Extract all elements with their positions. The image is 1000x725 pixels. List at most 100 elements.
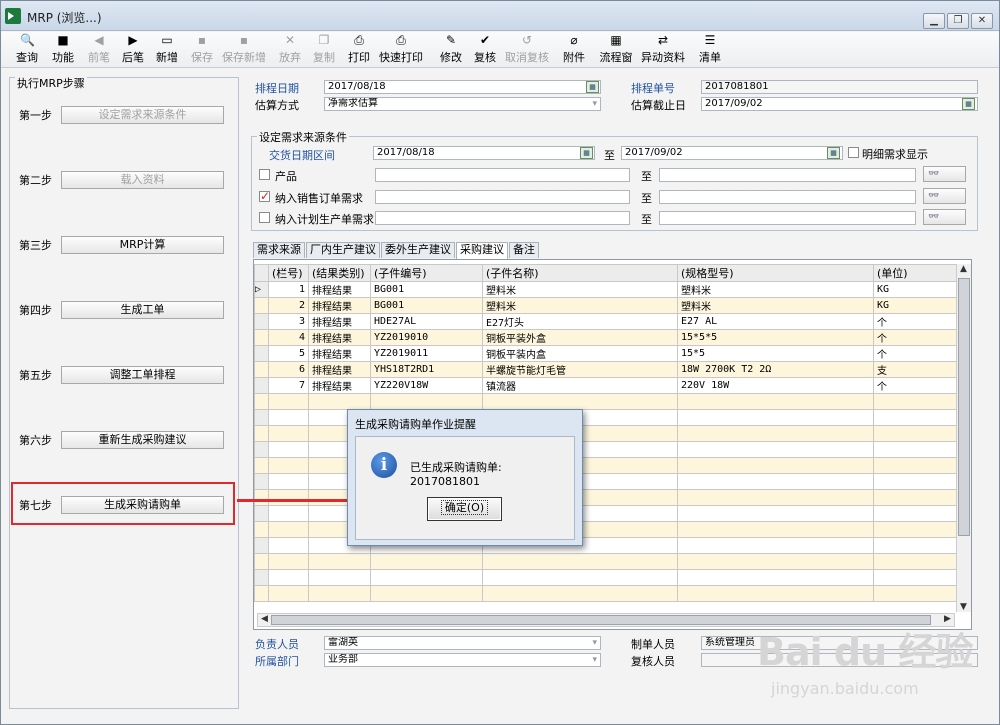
cell-name[interactable]: 半螺旋节能灯毛管 [482,361,678,378]
table-row[interactable]: 7 排程结果 YZ220V18W 镇流器 220V 18W 个 [254,377,957,394]
row-selector[interactable] [254,329,269,346]
cell-type[interactable]: 排程结果 [308,361,371,378]
table-row[interactable]: 2 排程结果 BG001 塑料米 塑料米 KG [254,297,957,314]
row-selector[interactable] [254,361,269,378]
ok-button[interactable]: 确定(O) [427,497,502,521]
toolbar-button-9[interactable]: ⎙ 打印 [339,34,379,66]
method-select[interactable]: 净需求估算 [324,97,601,111]
cell-unit[interactable]: KG [873,281,957,298]
row-selector[interactable] [254,377,269,394]
cell-spec[interactable]: 15*5*5 [677,329,874,346]
cell-spec[interactable]: E27 AL [677,313,874,330]
toolbar-button-13[interactable]: ↺ 取消复核 [501,34,553,66]
toolbar-button-12[interactable]: ✔ 复核 [465,34,505,66]
cell-name[interactable]: 铜板平装内盒 [482,345,678,362]
cell-name[interactable]: 塑料米 [482,281,678,298]
calendar-icon[interactable]: ▦ [827,147,840,159]
vertical-scrollbar[interactable]: ▲ ▼ [956,264,971,612]
cell-spec[interactable]: 塑料米 [677,281,874,298]
cell-code[interactable]: BG001 [370,297,483,314]
source-from-field[interactable] [375,168,630,182]
cell-spec[interactable]: 18W 2700K T2 2Ω [677,361,874,378]
cell-code[interactable]: HDE27AL [370,313,483,330]
cell-type[interactable]: 排程结果 [308,329,371,346]
row-selector[interactable]: ▷ [254,281,269,298]
cell-code[interactable]: YHS18T2RD1 [370,361,483,378]
cell-spec[interactable]: 15*5 [677,345,874,362]
toolbar-button-16[interactable]: ⇄ 异动资料 [637,34,689,66]
toolbar-button-17[interactable]: ☰ 清单 [690,34,730,66]
cell-no[interactable]: 4 [268,329,309,346]
toolbar-button-8[interactable]: ❐ 复制 [304,34,344,66]
minimize-button[interactable]: ▁ [923,13,945,29]
dept-select[interactable]: 业务部 [324,653,601,667]
source-to-field[interactable] [659,211,916,225]
cell-no[interactable]: 1 [268,281,309,298]
scroll-down-icon[interactable]: ▼ [957,602,970,612]
tab-3[interactable]: 采购建议 [456,242,508,259]
column-header[interactable]: (结果类别) [308,264,371,282]
date-from-field[interactable]: 2017/08/18 [373,146,595,160]
schedule-date-field[interactable]: 2017/08/18 [324,80,601,94]
cell-spec[interactable]: 220V 18W [677,377,874,394]
close-button[interactable]: ✕ [971,13,993,29]
toolbar-button-5[interactable]: ▪ 保存 [182,34,222,66]
cell-unit[interactable]: 个 [873,377,957,394]
cell-code[interactable]: BG001 [370,281,483,298]
column-header[interactable]: (栏号) [268,264,309,282]
cell-no[interactable]: 3 [268,313,309,330]
cell-unit[interactable]: 个 [873,329,957,346]
toolbar-button-10[interactable]: ⎙ 快速打印 [375,34,427,66]
row-selector[interactable] [254,313,269,330]
cell-no[interactable]: 7 [268,377,309,394]
table-row[interactable]: 3 排程结果 HDE27AL E27灯头 E27 AL 个 [254,313,957,330]
cell-spec[interactable]: 塑料米 [677,297,874,314]
cell-type[interactable]: 排程结果 [308,297,371,314]
cell-unit[interactable]: 支 [873,361,957,378]
cell-name[interactable]: E27灯头 [482,313,678,330]
cell-unit[interactable]: 个 [873,313,957,330]
cell-name[interactable]: 镇流器 [482,377,678,394]
cell-type[interactable]: 排程结果 [308,377,371,394]
binoculars-icon[interactable]: 👓 [923,209,966,225]
source-to-field[interactable] [659,168,916,182]
toolbar-button-4[interactable]: ▭ 新增 [147,34,187,66]
detail-checkbox[interactable] [848,147,859,158]
step-button-3[interactable]: MRP计算 [61,236,224,254]
cell-code[interactable]: YZ2019010 [370,329,483,346]
cell-name[interactable]: 塑料米 [482,297,678,314]
row-selector[interactable] [254,345,269,362]
step-button-4[interactable]: 生成工单 [61,301,224,319]
cell-unit[interactable]: 个 [873,345,957,362]
scroll-up-icon[interactable]: ▲ [957,264,970,274]
source-checkbox[interactable] [259,212,270,223]
cell-no[interactable]: 5 [268,345,309,362]
table-row[interactable]: ▷ 1 排程结果 BG001 塑料米 塑料米 KG [254,281,957,298]
source-checkbox[interactable] [259,189,270,203]
cell-code[interactable]: YZ2019011 [370,345,483,362]
cell-name[interactable]: 铜板平装外盒 [482,329,678,346]
owner-select[interactable]: 雷湖英 [324,636,601,650]
binoculars-icon[interactable]: 👓 [923,166,966,182]
column-header[interactable]: (子件编号) [370,264,483,282]
row-selector[interactable] [254,297,269,314]
cell-unit[interactable]: KG [873,297,957,314]
column-header[interactable]: (单位) [873,264,957,282]
source-to-field[interactable] [659,190,916,204]
table-row[interactable]: 6 排程结果 YHS18T2RD1 半螺旋节能灯毛管 18W 2700K T2 2Ω 支 [254,361,957,378]
tab-2[interactable]: 委外生产建议 [381,242,455,258]
cell-no[interactable]: 6 [268,361,309,378]
title-bar[interactable]: MRP (浏览...) ▁ ❐ ✕ [1,1,999,31]
column-header[interactable]: (子件名称) [482,264,678,282]
schedule-no-field[interactable]: 2017081801 [701,80,978,94]
calendar-icon[interactable]: ▦ [962,98,975,110]
cell-no[interactable]: 2 [268,297,309,314]
cell-type[interactable]: 排程结果 [308,281,371,298]
step-button-5[interactable]: 调整工单排程 [61,366,224,384]
source-checkbox[interactable] [259,169,270,180]
date-to-field[interactable]: 2017/09/02 [621,146,843,160]
source-from-field[interactable] [375,211,630,225]
cell-code[interactable]: YZ220V18W [370,377,483,394]
binoculars-icon[interactable]: 👓 [923,188,966,204]
restore-button[interactable]: ❐ [947,13,969,29]
